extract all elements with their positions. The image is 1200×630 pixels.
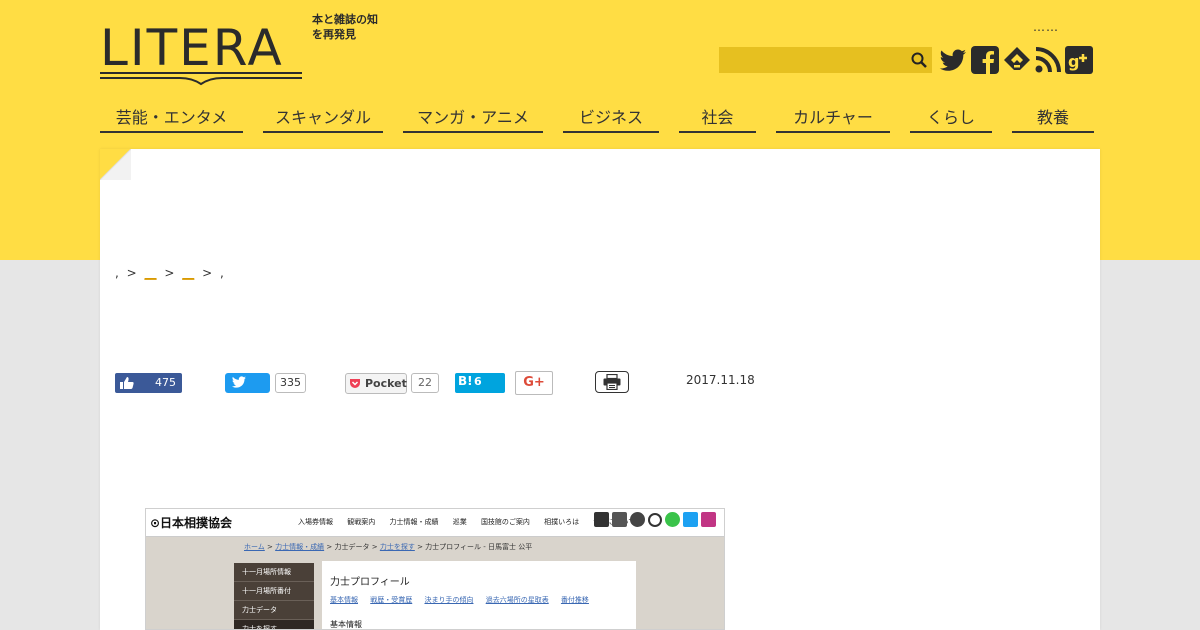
- page-fold-corner: [100, 149, 131, 180]
- site-logo[interactable]: LITERA 本と雑誌の知を再発見: [100, 13, 380, 86]
- tweet-button[interactable]: [225, 373, 270, 393]
- image-nav-item: 巡業: [452, 518, 467, 526]
- twitter-icon[interactable]: [938, 45, 968, 75]
- image-crumb-item: 力士情報・成績: [275, 543, 325, 551]
- image-nav-item: 相撲いろは: [544, 518, 580, 526]
- nav-item-entertainment[interactable]: 芸能・エンタメ: [100, 100, 243, 133]
- image-crumb-sep: >: [371, 543, 378, 551]
- image-crumb-sep: >: [326, 543, 333, 551]
- search-input[interactable]: [719, 47, 932, 73]
- image-nav-item: 観戦案内: [347, 518, 376, 526]
- pocket-button[interactable]: Pocket: [345, 373, 407, 394]
- logo-wordmark: LITERA: [100, 19, 284, 77]
- image-side-item: 十一月場所情報: [234, 563, 314, 582]
- pocket-count: 22: [411, 373, 439, 393]
- twitter-icon: [683, 512, 698, 527]
- facebook-like-count: 475: [155, 376, 176, 389]
- nav-item-culture[interactable]: カルチャー: [776, 100, 890, 133]
- google-plus-icon[interactable]: g: [1064, 45, 1094, 75]
- image-sidebar: 十一月場所情報 十一月場所番付 力士データ 力士を探す: [234, 563, 314, 629]
- image-nav-item: 入場券情報: [298, 518, 333, 526]
- instagram-icon: [701, 512, 716, 527]
- nav-item-scandal[interactable]: スキャンダル: [263, 100, 383, 133]
- image-nav-item: 国技館のご案内: [480, 518, 530, 526]
- thumbs-up-icon: [120, 377, 134, 389]
- breadcrumb-link[interactable]: __: [182, 266, 194, 280]
- nav-item-education[interactable]: 教養: [1012, 100, 1094, 133]
- article-date: 2017.11.18: [686, 373, 755, 387]
- nav-item-life[interactable]: くらし: [910, 100, 992, 133]
- image-crumb-item: 力士を探す: [379, 543, 415, 551]
- image-profile-panel: 力士プロフィール 基本情報 戦歴・受賞歴 決まり手の傾向 過去六場所の星取表 番…: [322, 561, 636, 629]
- tweet-count: 335: [275, 373, 306, 393]
- breadcrumb-link[interactable]: __: [145, 266, 157, 280]
- image-side-item: 力士データ: [234, 601, 314, 620]
- image-site-header: ⊙日本相撲協会 入場券情報 観戦案内 力士情報・成績 巡業 国技館のご案内 相撲…: [146, 509, 724, 537]
- breadcrumb-separator: >: [126, 266, 137, 280]
- image-side-item: 十一月場所番付: [234, 582, 314, 601]
- rss-icon[interactable]: [1033, 45, 1063, 75]
- facebook-like-button[interactable]: 475: [115, 373, 182, 393]
- image-site-icons: [594, 512, 719, 530]
- hatena-label: B!: [458, 374, 473, 388]
- pocket-icon: [350, 379, 360, 388]
- image-panel-tabs: 基本情報 戦歴・受賞歴 決まり手の傾向 過去六場所の星取表 番付推移: [330, 595, 599, 605]
- header-dots: ……: [1033, 20, 1059, 34]
- search-icon: [648, 513, 662, 527]
- book-icon: [100, 72, 302, 86]
- facebook-icon[interactable]: [970, 45, 1000, 75]
- google-plus-button[interactable]: G+: [515, 371, 553, 395]
- image-tab: 決まり手の傾向: [424, 596, 474, 604]
- image-nav-item: 力士情報・成績: [389, 518, 439, 526]
- image-crumb-item: ホーム: [244, 543, 265, 551]
- hatena-bookmark-button[interactable]: B! 6: [455, 373, 505, 393]
- logo-tagline: 本と雑誌の知を再発見: [312, 13, 378, 41]
- image-tab: 戦歴・受賞歴: [370, 596, 413, 604]
- breadcrumb: , > __ > __ > ,: [115, 266, 228, 280]
- feedly-icon[interactable]: [1002, 45, 1032, 75]
- main-nav: 芸能・エンタメ スキャンダル マンガ・アニメ ビジネス 社会 カルチャー くらし…: [100, 100, 1094, 136]
- image-side-item: 力士を探す: [234, 620, 314, 629]
- svg-text:g: g: [1068, 52, 1079, 71]
- nav-item-business[interactable]: ビジネス: [563, 100, 659, 133]
- globe-icon: [630, 512, 645, 527]
- image-crumb-item: 力士プロフィール - 日馬富士 公平: [425, 543, 533, 551]
- breadcrumb-item: ,: [115, 266, 119, 280]
- pocket-label: Pocket: [365, 377, 407, 390]
- printer-icon: [603, 374, 621, 390]
- image-crumb-sep: >: [267, 543, 273, 551]
- image-crumb-sep: >: [417, 543, 423, 551]
- image-tab: 過去六場所の星取表: [485, 596, 549, 604]
- breadcrumb-item: ,: [219, 266, 224, 280]
- ticket-icon: [594, 512, 609, 527]
- hatena-count: 6: [474, 375, 482, 388]
- image-tab: 基本情報: [330, 596, 358, 604]
- image-breadcrumb: ホーム > 力士情報・成績 > 力士データ > 力士を探す > 力士プロフィール…: [244, 542, 532, 552]
- image-section-title: 基本情報: [330, 620, 362, 629]
- nav-item-manga-anime[interactable]: マンガ・アニメ: [403, 100, 543, 133]
- nav-item-society[interactable]: 社会: [679, 100, 756, 133]
- line-icon: [665, 512, 680, 527]
- calendar-icon: [612, 512, 627, 527]
- breadcrumb-separator: >: [164, 266, 175, 280]
- breadcrumb-separator: >: [202, 266, 213, 280]
- image-tab: 番付推移: [560, 596, 589, 604]
- article-image: ⊙日本相撲協会 入場券情報 観戦案内 力士情報・成績 巡業 国技館のご案内 相撲…: [145, 508, 725, 630]
- print-button[interactable]: [595, 371, 629, 393]
- twitter-bird-icon: [231, 376, 246, 388]
- search-icon[interactable]: [911, 52, 927, 68]
- image-site-logo: ⊙日本相撲協会: [150, 516, 233, 530]
- image-panel-title: 力士プロフィール: [330, 577, 410, 588]
- image-crumb-item: 力士データ: [334, 543, 370, 551]
